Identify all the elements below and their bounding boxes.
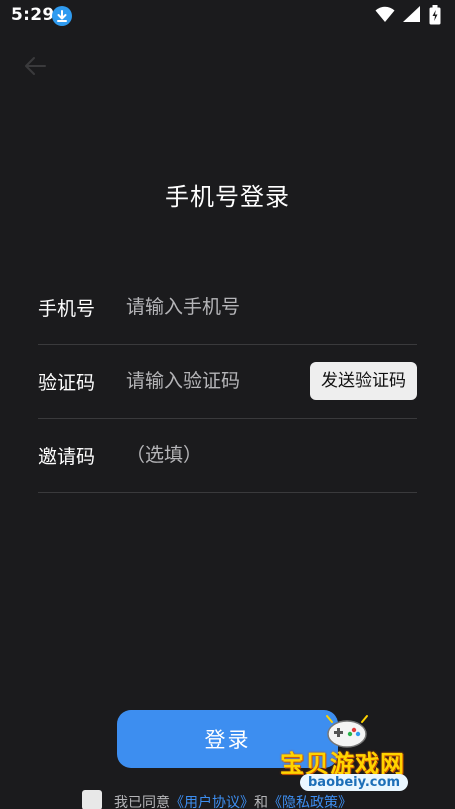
status-time: 5:29 [11,5,55,25]
arrow-left-icon [25,57,46,75]
code-label: 验证码 [38,372,96,394]
phone-input[interactable] [124,292,298,322]
watermark-url: baobeiy.com [300,774,408,791]
agree-checkbox[interactable] [82,790,102,809]
wifi-icon [375,6,395,22]
invite-label: 邀请码 [38,446,96,468]
gamepad-mascot-icon [326,715,368,748]
page-title: 手机号登录 [165,183,290,211]
site-watermark: 宝贝游戏网 baobeiy.com [278,714,428,809]
phone-row: 手机号 [38,270,417,345]
code-row: 验证码 发送验证码 [38,344,417,419]
login-screen: 5:29 手机号登录 手机号 请输入手机号 验证码 请输入验证码 发送验证码 邀… [0,0,455,809]
invite-input[interactable] [124,440,388,470]
download-icon [52,6,72,26]
back-button[interactable] [22,52,50,80]
code-input[interactable] [124,366,298,396]
agreement-conjunction: 和 [254,795,268,809]
user-agreement-link[interactable]: 《用户协议》 [170,795,254,809]
phone-label: 手机号 [38,298,96,320]
send-code-button[interactable]: 发送验证码 [310,362,417,400]
status-bar: 5:29 [0,0,455,32]
battery-icon [429,5,441,25]
agreement-prefix: 我已同意 [114,795,170,809]
invite-row: 邀请码 [38,418,417,493]
signal-icon [403,6,420,22]
